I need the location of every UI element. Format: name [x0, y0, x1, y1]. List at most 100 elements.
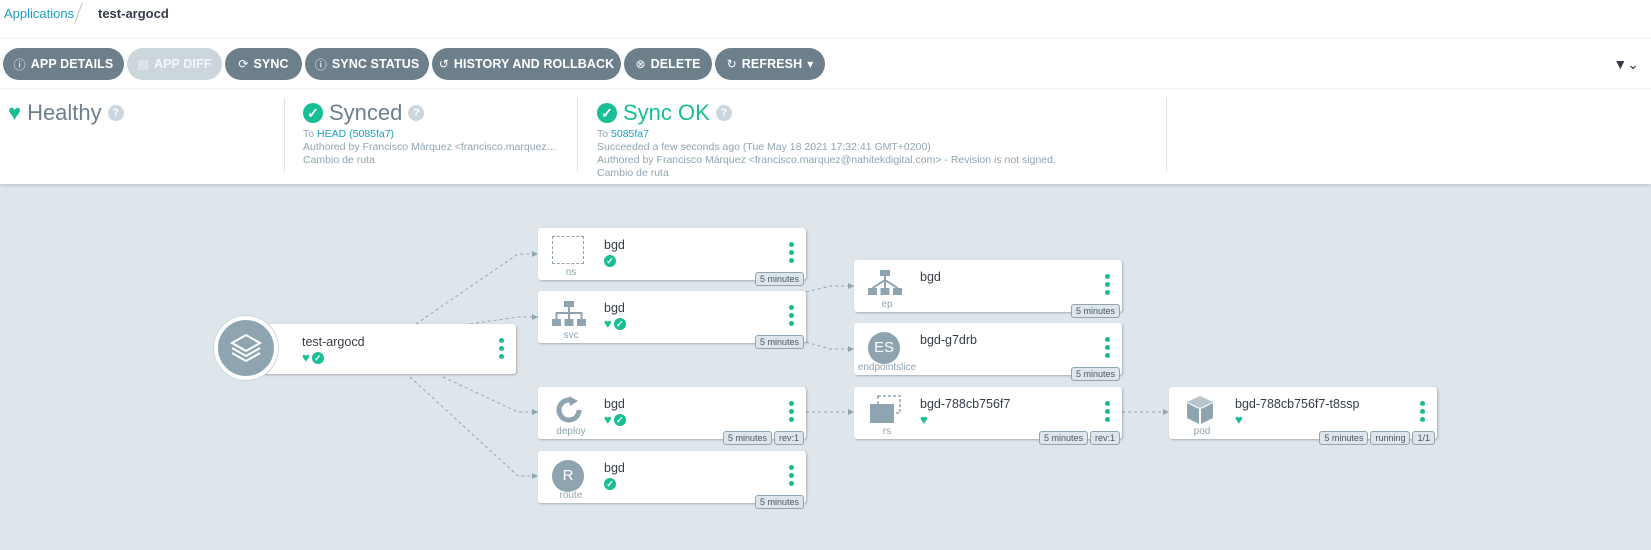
sync-button[interactable]: ⟳ SYNC [225, 48, 302, 80]
app-node[interactable]: test-argocd ♥ ✓ [214, 316, 516, 380]
age-tag: 5 minutes [754, 335, 804, 349]
health-title: Healthy [27, 100, 102, 125]
breadcrumb-separator [74, 2, 83, 24]
node-menu-icon[interactable] [499, 338, 504, 359]
app-details-button[interactable]: ⓘ APP DETAILS [3, 48, 124, 80]
status-panels: ♥ Healthy ? ✓ Synced ? To HEAD (5085fa7)… [0, 90, 1651, 184]
check-circle-icon: ✓ [311, 352, 324, 364]
sync-title: Synced [329, 100, 403, 125]
revision-tag: rev:1 [773, 431, 804, 445]
node-ep-bgd[interactable]: ep bgd 5 minutes [854, 260, 1122, 318]
close-circle-icon: ⊗ [635, 57, 646, 71]
filter-icon[interactable]: ▼⌄ [1613, 56, 1639, 73]
refresh-label: REFRESH [741, 57, 803, 71]
sync-status-button[interactable]: ⓘ SYNC STATUS [305, 48, 429, 80]
node-endpointslice-bgd[interactable]: ES endpointslice bgd-g7drb 5 minutes [854, 323, 1122, 381]
app-details-label: APP DETAILS [30, 57, 114, 71]
node-menu-icon[interactable] [789, 242, 794, 263]
age-tag: 5 minutes [722, 431, 772, 445]
node-deploy-bgd[interactable]: deploy bgd ♥ ✓ 5 minutes rev:1 [538, 387, 806, 445]
node-svc-bgd[interactable]: svc bgd ♥ ✓ 5 minutes [538, 291, 806, 349]
toolbar: ⓘ APP DETAILS ▤ APP DIFF ⟳ SYNC ⓘ SYNC STATU… [0, 39, 1651, 89]
node-kind: svc [563, 330, 579, 341]
to-prefix: To [597, 128, 609, 140]
node-name: bgd [604, 238, 625, 252]
node-kind: route [559, 490, 583, 501]
network-icon [552, 301, 586, 326]
operation-message: Cambio de ruta [597, 167, 669, 179]
node-menu-icon[interactable] [789, 401, 794, 422]
operation-panel[interactable]: ✓ Sync OK ? To 5085fa7 Succeeded a few s… [597, 98, 1157, 179]
check-circle-icon: ✓ [604, 478, 616, 490]
app-node-card[interactable] [254, 324, 516, 374]
heart-icon: ♥ [604, 412, 612, 427]
file-diff-icon: ▤ [137, 57, 149, 71]
help-icon[interactable]: ? [715, 105, 732, 121]
endpoints-icon [868, 270, 902, 295]
resource-tree[interactable]: test-argocd ♥ ✓ ns bgd ✓ 5 minutes svc bg… [0, 184, 1651, 550]
history-label: HISTORY AND ROLLBACK [453, 57, 615, 71]
to-prefix: To [303, 128, 315, 140]
deployment-icon [556, 396, 582, 423]
endpointslice-icon: ES [868, 332, 900, 364]
node-name: bgd [604, 461, 625, 475]
node-name: bgd [920, 270, 941, 284]
check-circle-icon: ✓ [613, 318, 626, 330]
sync-message: Cambio de ruta [303, 154, 375, 166]
breadcrumb-current: test-argocd [98, 6, 169, 21]
heart-icon: ♥ [302, 350, 310, 365]
age-tag: 5 minutes [1070, 367, 1120, 381]
delete-button[interactable]: ⊗ DELETE [624, 48, 712, 80]
node-menu-icon[interactable] [1420, 401, 1425, 422]
heart-icon: ♥ [8, 100, 22, 125]
age-tag: 5 minutes [1038, 431, 1088, 445]
namespace-icon [552, 236, 586, 266]
history-rollback-button[interactable]: ↺ HISTORY AND ROLLBACK [432, 48, 621, 80]
app-node-circle [214, 316, 278, 380]
route-icon: R [552, 460, 584, 492]
node-name: bgd-g7drb [920, 333, 977, 347]
caret-down-icon: ▾ [807, 57, 814, 71]
operation-revision-link[interactable]: 5085fa7 [611, 128, 649, 140]
node-route-bgd[interactable]: R route bgd ✓ 5 minutes [538, 451, 806, 509]
node-menu-icon[interactable] [1105, 401, 1110, 422]
layers-icon [229, 333, 263, 363]
revision-tag: rev:1 [1089, 431, 1120, 445]
breadcrumb: Applications test-argocd [0, 0, 1651, 39]
info-icon: ⓘ [314, 57, 327, 72]
divider [577, 98, 578, 172]
sync-revision-link[interactable]: HEAD (5085fa7) [317, 128, 394, 140]
app-node-name: test-argocd [302, 335, 365, 349]
node-menu-icon[interactable] [1105, 337, 1110, 358]
divider [284, 98, 285, 172]
breadcrumb-applications-link[interactable]: Applications [4, 6, 74, 21]
check-circle-icon: ✓ [303, 103, 323, 123]
help-icon[interactable]: ? [107, 105, 124, 121]
sync-panel[interactable]: ✓ Synced ? To HEAD (5085fa7) Authored by… [303, 98, 561, 174]
operation-author: Authored by Francisco Márquez <francisco… [597, 154, 1056, 166]
node-menu-icon[interactable] [789, 465, 794, 486]
heart-icon: ♥ [920, 412, 928, 427]
app-diff-button[interactable]: ▤ APP DIFF [127, 48, 222, 80]
node-pod-bgd[interactable]: pod bgd-788cb756f7-t8ssp ♥ 5 minutes runn… [1169, 387, 1437, 445]
node-name: bgd [604, 397, 625, 411]
age-tag: 5 minutes [754, 272, 804, 286]
node-rs-bgd[interactable]: rs bgd-788cb756f7 ♥ 5 minutes rev:1 [854, 387, 1122, 445]
node-menu-icon[interactable] [1105, 274, 1110, 295]
check-circle-icon: ✓ [604, 255, 616, 267]
node-menu-icon[interactable] [789, 305, 794, 326]
sync-status-label: SYNC STATUS [331, 57, 420, 71]
status-tag: running [1370, 431, 1411, 445]
node-ns-bgd[interactable]: ns bgd ✓ 5 minutes [538, 228, 806, 286]
help-icon[interactable]: ? [408, 105, 425, 121]
check-circle-icon: ✓ [597, 103, 617, 123]
age-tag: 5 minutes [754, 495, 804, 509]
delete-label: DELETE [650, 57, 701, 71]
refresh-button[interactable]: ↻ REFRESH ▾ [715, 48, 825, 80]
age-tag: 5 minutes [1319, 431, 1369, 445]
operation-succeeded: Succeeded a few seconds ago (Tue May 18 … [597, 141, 931, 153]
heart-icon: ♥ [604, 316, 612, 331]
health-panel: ♥ Healthy ? [8, 98, 278, 174]
node-kind: deploy [556, 426, 586, 437]
node-name: bgd-788cb756f7 [920, 397, 1011, 411]
